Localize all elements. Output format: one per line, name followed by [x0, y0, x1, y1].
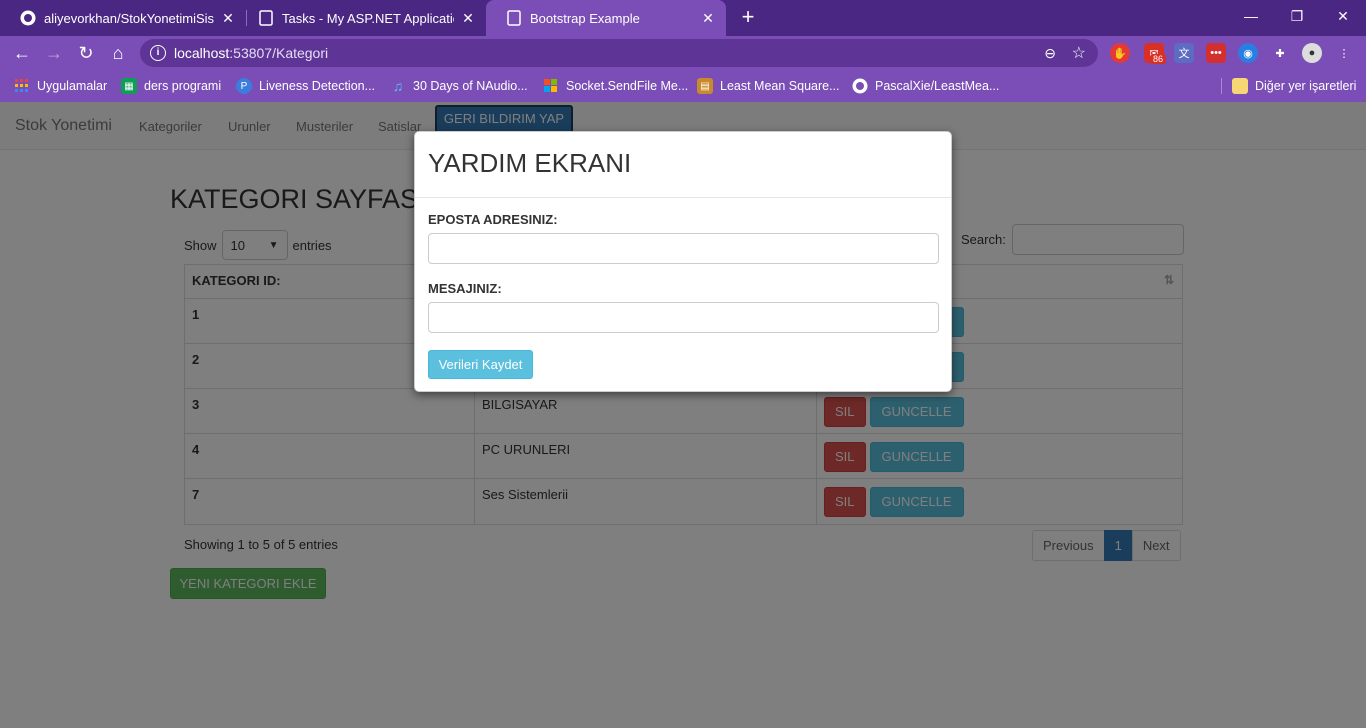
github-icon [20, 10, 36, 26]
browser-tab[interactable]: Tasks - My ASP.NET Application ✕ [238, 0, 486, 36]
email-field[interactable] [428, 233, 939, 264]
close-icon[interactable]: ✕ [220, 10, 236, 27]
github-icon [852, 78, 868, 94]
home-icon[interactable]: ⌂ [106, 41, 130, 65]
window-close-icon[interactable]: ✕ [1320, 0, 1366, 32]
modal-header: YARDIM EKRANI [415, 132, 951, 198]
apps-grid-icon [14, 78, 30, 94]
reload-icon[interactable]: ↻ [74, 41, 98, 65]
sheets-icon: ▦ [121, 78, 137, 94]
bookmark-label: Diğer yer işaretleri [1255, 79, 1357, 93]
menu-kebab-icon[interactable]: ⋮ [1334, 43, 1354, 63]
new-tab-icon[interactable]: + [736, 6, 760, 30]
forward-icon[interactable]: → [42, 41, 66, 65]
page-icon [506, 10, 522, 26]
mail-badge: 86 [1150, 54, 1167, 64]
bookmark-item[interactable]: ♫ 30 Days of NAudio... [390, 76, 528, 96]
bookmark-item[interactable]: Uygulamalar [14, 76, 107, 96]
bookmark-label: 30 Days of NAudio... [413, 79, 528, 93]
folder-icon [1232, 78, 1248, 94]
tab-title: aliyevorkhan/StokYonetimiSistem [44, 10, 214, 26]
zoom-icon[interactable]: ⊖ [1044, 45, 1056, 62]
url-text: localhost:53807/Kategori [174, 45, 329, 61]
close-icon[interactable]: ✕ [700, 10, 716, 27]
microsoft-icon [543, 78, 559, 94]
book-icon: ▤ [697, 78, 713, 94]
bookmark-item[interactable]: Socket.SendFile Me... [543, 76, 688, 96]
bookmark-item[interactable]: ▦ ders programi [121, 76, 221, 96]
message-label: MESAJINIZ: [428, 281, 502, 296]
back-icon[interactable]: ← [10, 41, 34, 65]
other-bookmarks[interactable]: Diğer yer işaretleri [1232, 76, 1356, 96]
save-button[interactable]: Verileri Kaydet [428, 350, 533, 379]
bookmark-label: Socket.SendFile Me... [566, 79, 689, 93]
browser-tab-active[interactable]: Bootstrap Example ✕ [486, 0, 726, 36]
modal-title: YARDIM EKRANI [428, 148, 632, 178]
star-icon[interactable]: ☆ [1072, 43, 1086, 63]
browser-tab[interactable]: aliyevorkhan/StokYonetimiSistem ✕ [0, 0, 246, 36]
bookmark-label: ders programi [144, 79, 222, 93]
extensions-puzzle-icon[interactable]: ✚ [1270, 43, 1290, 63]
page-content: Stok Yonetimi Kategoriler Urunler Muster… [0, 102, 1366, 728]
help-modal: YARDIM EKRANI EPOSTA ADRESINIZ: MESAJINI… [414, 131, 952, 392]
tab-title: Tasks - My ASP.NET Application [282, 10, 454, 26]
bookmarks-bar: Uygulamalar ▦ ders programi P Liveness D… [0, 70, 1366, 102]
bookmark-label: PascalXie/LeastMea... [875, 79, 1000, 93]
pyimagesearch-icon: P [236, 78, 252, 94]
minimize-icon[interactable]: — [1228, 0, 1274, 32]
profile-avatar[interactable]: ● [1302, 43, 1322, 63]
tab-title: Bootstrap Example [530, 10, 640, 26]
url-field[interactable]: i localhost:53807/Kategori ⊖ ☆ [140, 39, 1098, 67]
bookmark-divider [1221, 78, 1222, 94]
message-field[interactable] [428, 302, 939, 333]
bookmark-item[interactable]: PascalXie/LeastMea... [852, 76, 999, 96]
music-note-icon: ♫ [392, 78, 404, 94]
bookmark-item[interactable]: ▤ Least Mean Square... [697, 76, 840, 96]
bookmark-label: Uygulamalar [37, 79, 108, 93]
stop-hand-extension-icon[interactable]: ✋ [1110, 43, 1130, 63]
page-icon [258, 10, 274, 26]
email-label: EPOSTA ADRESINIZ: [428, 212, 558, 227]
restore-icon[interactable]: ❐ [1274, 0, 1320, 32]
eyes-extension-icon[interactable]: ◉ [1238, 43, 1258, 63]
dots-extension-icon[interactable]: ••• [1206, 43, 1226, 63]
close-icon[interactable]: ✕ [460, 10, 476, 27]
address-bar: ← → ↻ ⌂ i localhost:53807/Kategori ⊖ ☆ ✋… [0, 36, 1366, 70]
bookmark-label: Liveness Detection... [259, 79, 376, 93]
bookmark-item[interactable]: P Liveness Detection... [236, 76, 375, 96]
info-icon[interactable]: i [150, 45, 166, 61]
bookmark-label: Least Mean Square... [720, 79, 840, 93]
browser-tab-bar: aliyevorkhan/StokYonetimiSistem ✕ Tasks … [0, 0, 1366, 36]
translate-extension-icon[interactable]: 文 [1174, 43, 1194, 63]
